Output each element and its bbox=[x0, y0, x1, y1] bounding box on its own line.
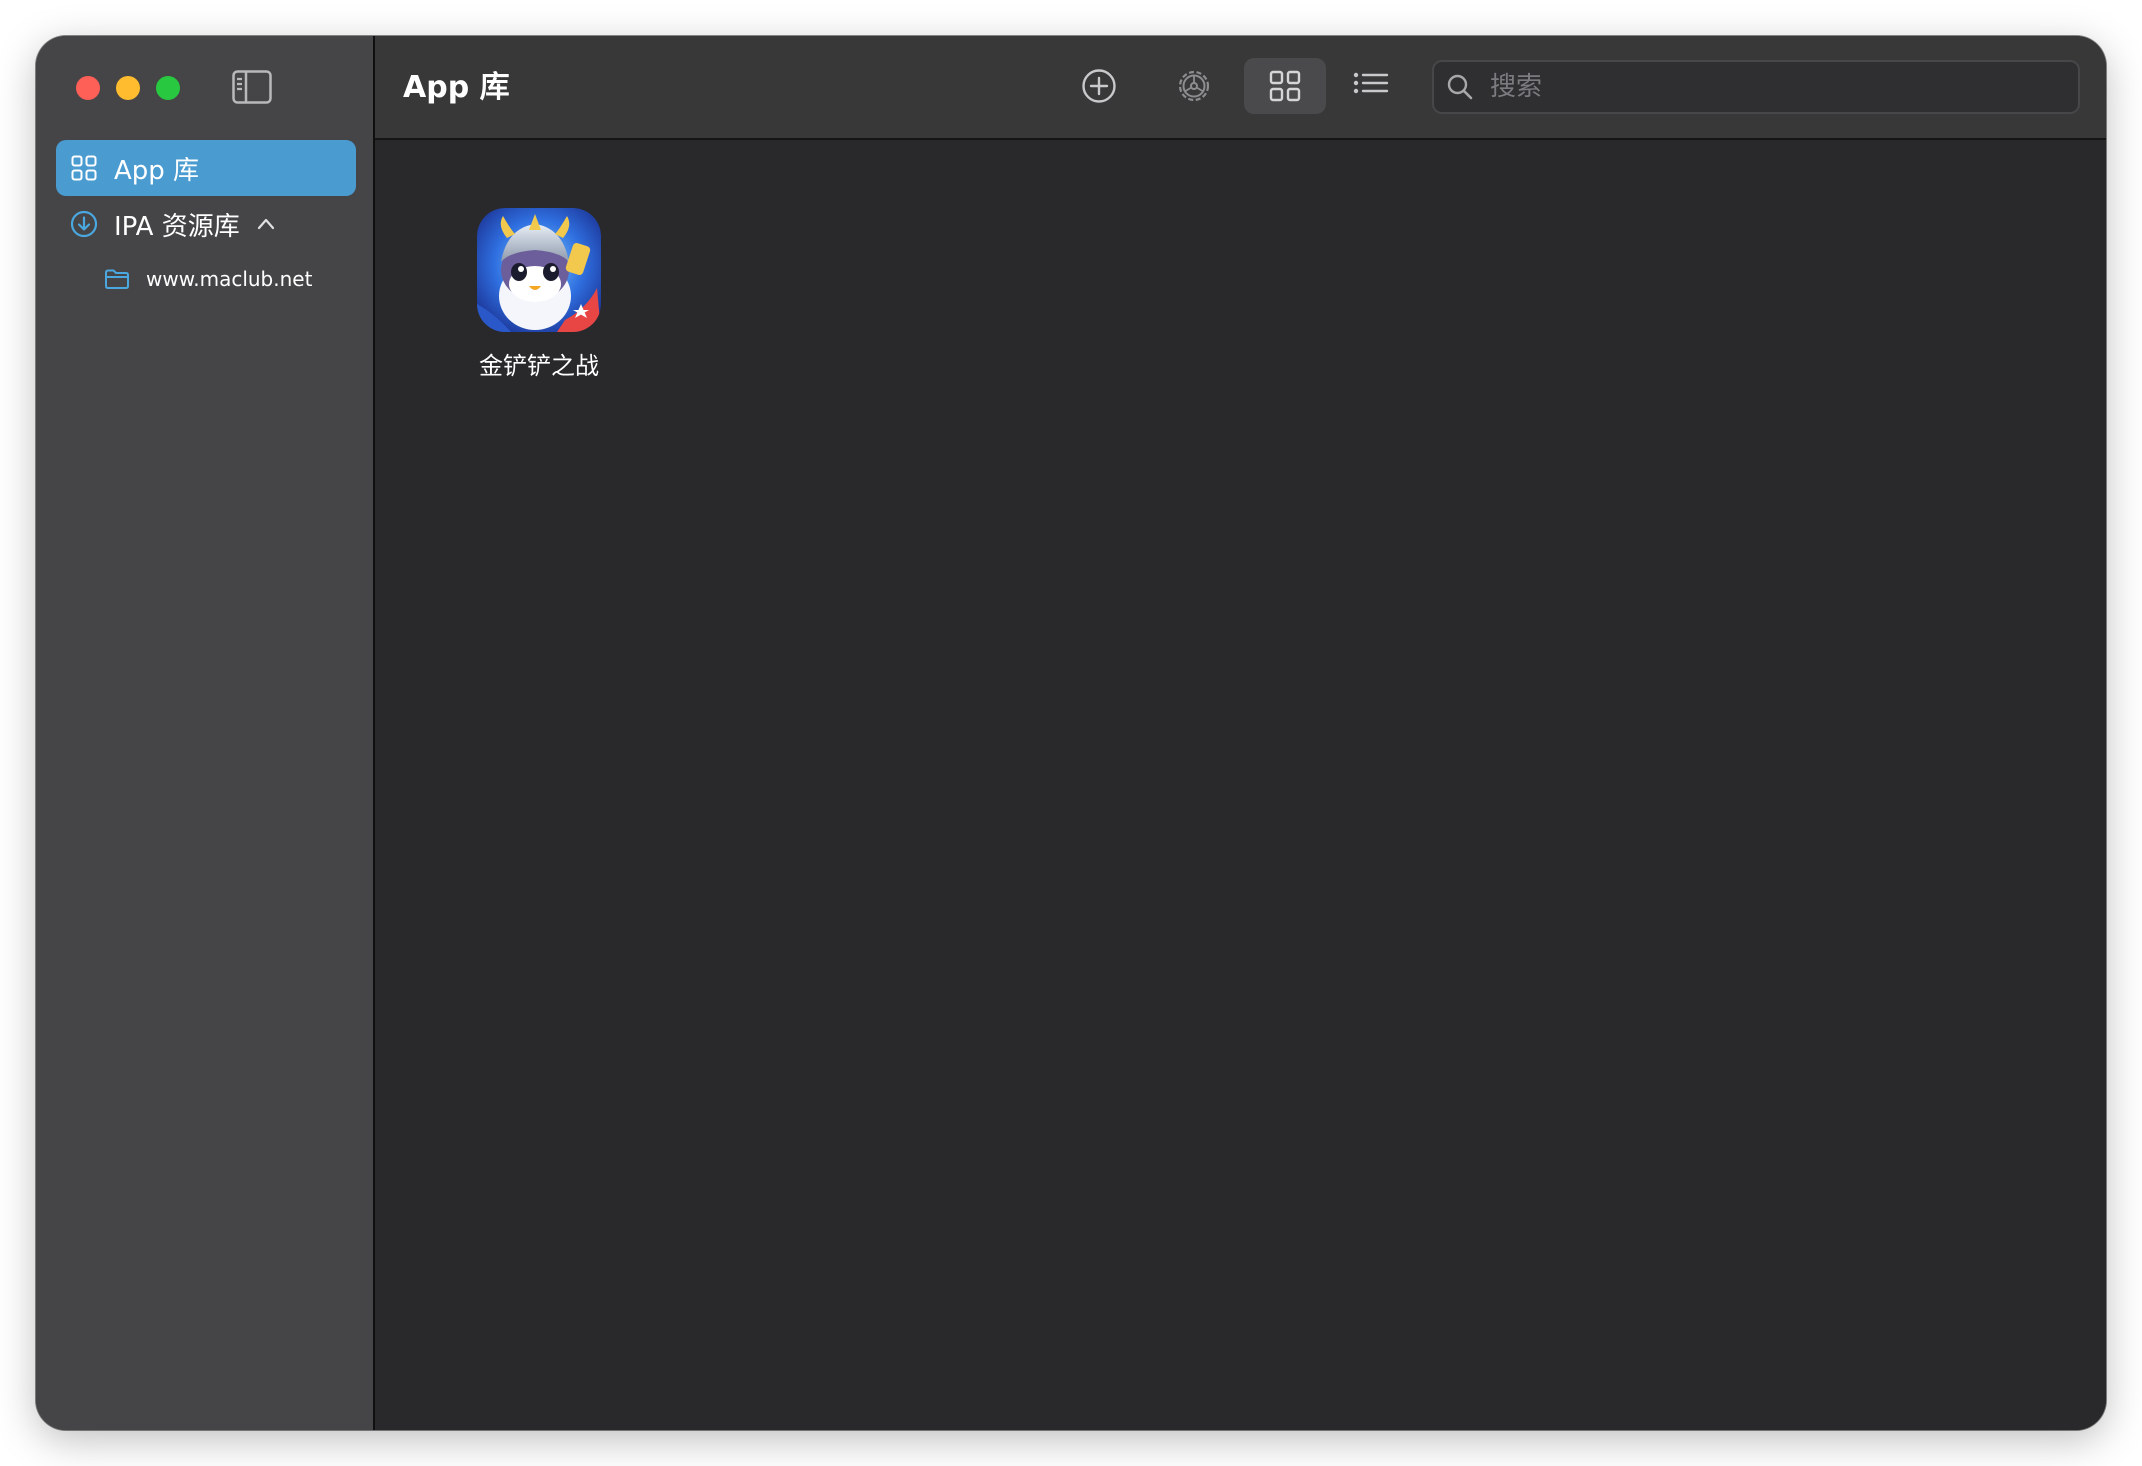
sidebar-item-label: App 库 bbox=[114, 155, 200, 186]
add-app-button[interactable] bbox=[1058, 58, 1140, 114]
search-box[interactable] bbox=[1432, 60, 2080, 114]
settings-button[interactable] bbox=[1153, 58, 1235, 114]
maximize-window-button[interactable] bbox=[156, 76, 180, 100]
app-window: App 库 IPA 资源库 www.maclub.net App 库 搜索 金铲… bbox=[36, 36, 2106, 1430]
sidebar-item-ipa-library[interactable]: IPA 资源库 bbox=[56, 196, 356, 252]
close-window-button[interactable] bbox=[76, 76, 100, 100]
sidebar: App 库 IPA 资源库 www.maclub.net bbox=[36, 36, 375, 1430]
app-item[interactable]: 金铲铲之战 bbox=[459, 208, 619, 382]
grid-view-button[interactable] bbox=[1244, 58, 1326, 114]
sidebar-item-label: www.maclub.net bbox=[146, 267, 313, 291]
grid-icon bbox=[70, 154, 98, 182]
sidebar-icon bbox=[232, 70, 272, 104]
search-input[interactable] bbox=[1488, 61, 2078, 113]
sidebar-item-app-library[interactable]: App 库 bbox=[56, 140, 356, 196]
sidebar-item-maclub[interactable]: www.maclub.net bbox=[104, 262, 312, 296]
penguin-app-icon bbox=[477, 208, 601, 332]
list-view-button[interactable] bbox=[1330, 58, 1412, 114]
download-circle-icon bbox=[70, 210, 98, 238]
app-name: 金铲铲之战 bbox=[479, 352, 599, 380]
minimize-window-button[interactable] bbox=[116, 76, 140, 100]
chevron-up-icon[interactable] bbox=[256, 214, 276, 234]
gear-icon bbox=[1178, 70, 1210, 102]
toolbar: App 库 bbox=[375, 36, 2106, 140]
grid-icon bbox=[1269, 70, 1301, 102]
folder-icon bbox=[105, 269, 129, 289]
sidebar-toggle-button[interactable] bbox=[232, 70, 272, 104]
list-icon bbox=[1353, 72, 1389, 94]
plus-circle-icon bbox=[1082, 69, 1116, 103]
search-icon bbox=[1447, 74, 1473, 100]
sidebar-item-label: IPA 资源库 bbox=[114, 211, 240, 242]
page-title: App 库 bbox=[403, 70, 510, 105]
app-grid: 金铲铲之战 bbox=[375, 140, 2106, 1430]
